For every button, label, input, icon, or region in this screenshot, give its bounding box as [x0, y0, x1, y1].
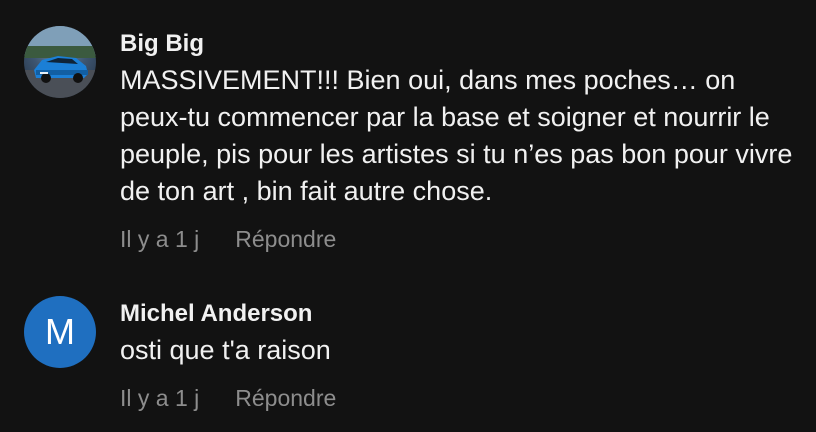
- reply-button[interactable]: Répondre: [235, 385, 336, 412]
- comment-text: MASSIVEMENT!!! Bien oui, dans mes poches…: [120, 65, 793, 206]
- comment-timestamp: Il y a 1 j: [120, 385, 200, 411]
- car-photo-avatar-icon: [24, 26, 96, 98]
- comment-item: Big Big MASSIVEMENT!!! Bien oui, dans me…: [24, 26, 796, 253]
- avatar[interactable]: [24, 26, 96, 98]
- comment-timestamp: Il y a 1 j: [120, 226, 200, 252]
- avatar-letter: M: [45, 311, 75, 352]
- comment-author[interactable]: Michel Anderson: [120, 300, 796, 328]
- reply-button[interactable]: Répondre: [235, 226, 336, 253]
- comment-item: M Michel Anderson osti que t'a raison Il…: [24, 296, 796, 412]
- comment-text: osti que t'a raison: [120, 335, 331, 365]
- comment-author[interactable]: Big Big: [120, 30, 796, 58]
- avatar[interactable]: M: [24, 296, 96, 368]
